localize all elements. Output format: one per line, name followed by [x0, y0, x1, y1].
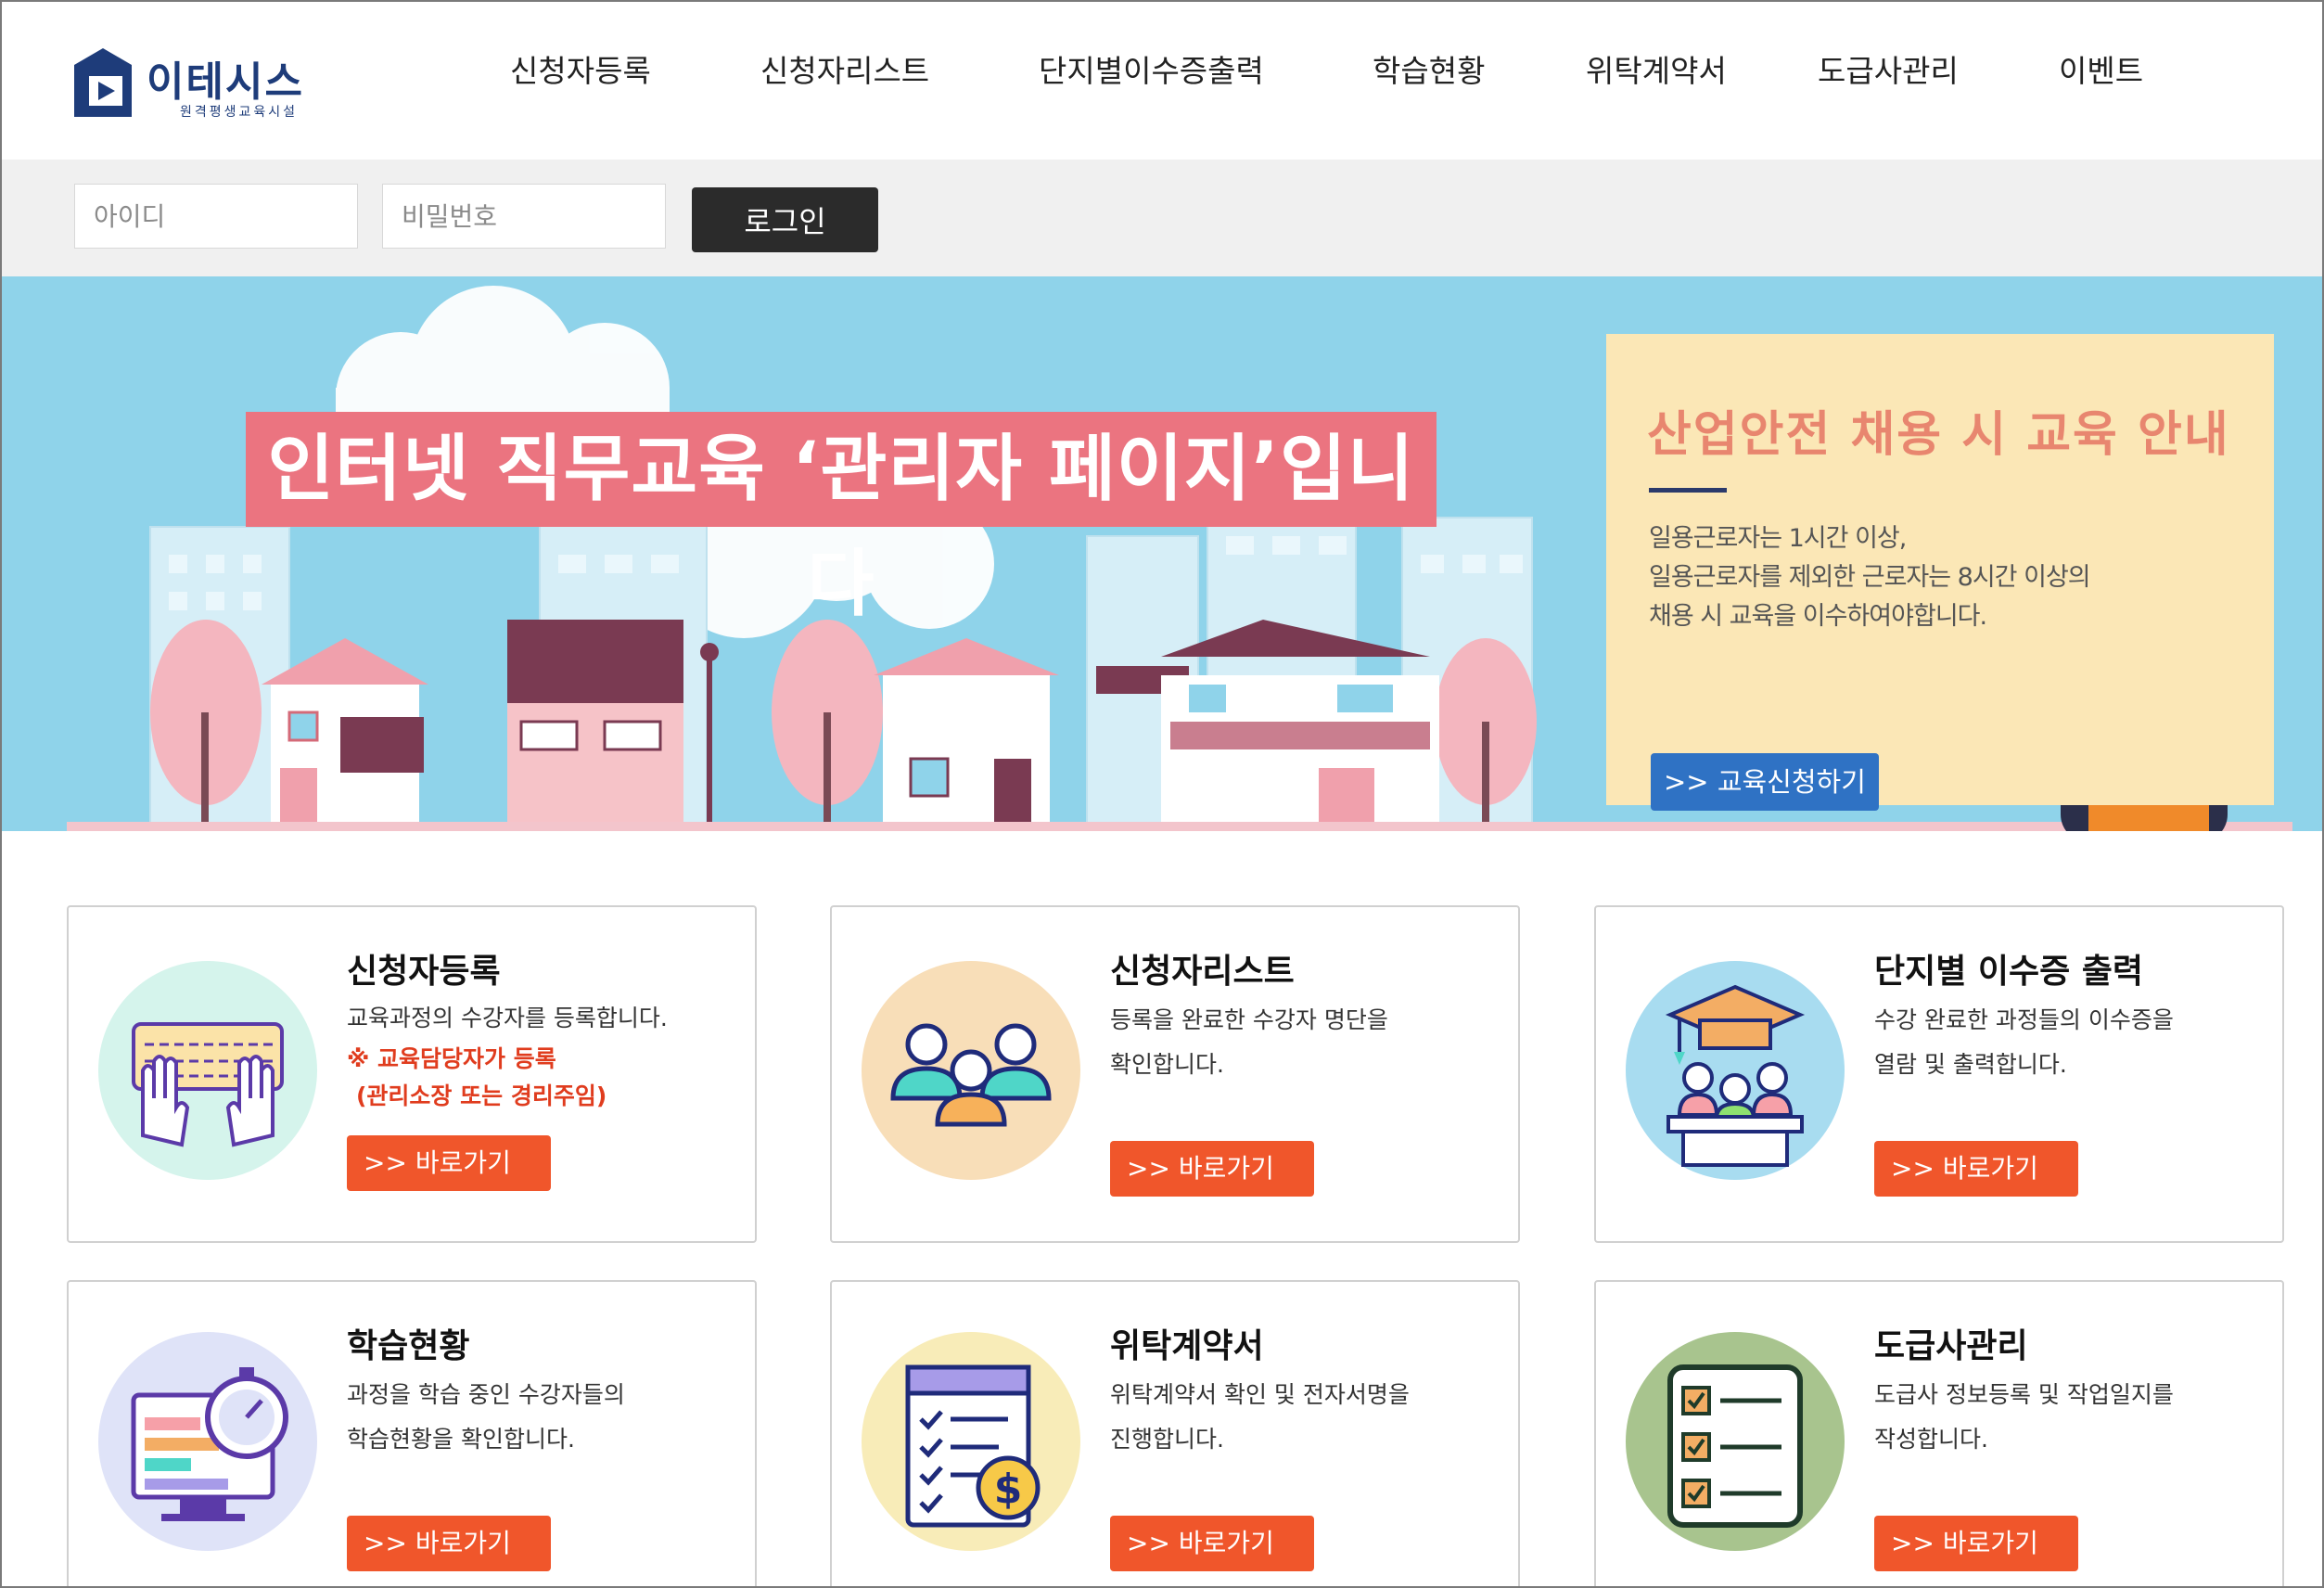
banner-title: 인터넷 직무교육 ‘관리자 페이지’입니다 — [246, 412, 1437, 626]
notice-line-1: 일용근로자는 1시간 이상, — [1649, 524, 1907, 553]
card-go-button[interactable]: >> 바로가기 — [347, 1135, 551, 1191]
card-desc-line: 학습현황을 확인합니다. — [347, 1426, 575, 1453]
nav-item-applicant-list[interactable]: 신청자리스트 — [760, 46, 929, 91]
notice-line-2: 일용근로자를 제외한 근로자는 8시간 이상의 — [1649, 563, 2091, 592]
site-header: 이테시스 원격평생교육시설 신청자등록 신청자리스트 단지별이수증출력 학습현황… — [2, 2, 2322, 160]
apply-education-button[interactable]: >> 교육신청하기 — [1651, 753, 1879, 811]
nav-item-applicant-register[interactable]: 신청자등록 — [510, 46, 651, 91]
logo-name: 이테시스 — [147, 58, 304, 106]
nav-item-certificate-print[interactable]: 단지별이수증출력 — [1039, 46, 1264, 91]
nav-item-event[interactable]: 이벤트 — [2059, 46, 2143, 91]
notice-panel: 산업안전 채용 시 교육 안내 일용근로자는 1시간 이상, 일용근로자를 제외… — [1606, 334, 2274, 811]
graduation-class-icon — [1626, 961, 1845, 1180]
card-description: 등록을 완료한 수강자 명단을 확인합니다. — [1110, 998, 1500, 1087]
login-button[interactable]: 로그인 — [692, 187, 878, 252]
card-title: 도급사관리 — [1874, 1327, 2028, 1365]
card-desc-line: 교육과정의 수강자를 등록합니다. — [347, 1005, 668, 1031]
card-description: 교육과정의 수강자를 등록합니다. ※ 교육담당자가 등록 (관리소장 또는 경… — [347, 996, 736, 1115]
card-desc-line: 등록을 완료한 수강자 명단을 — [1110, 1006, 1388, 1033]
card-certificate-print: 단지별 이수증 출력 수강 완료한 과정들의 이수증을 열람 및 출력합니다. … — [1594, 905, 2284, 1243]
contract-checklist-icon: $ — [862, 1332, 1080, 1551]
card-description: 위탁계약서 확인 및 전자서명을 진행합니다. — [1110, 1373, 1500, 1462]
logo-subtitle: 원격평생교육시설 — [180, 105, 299, 120]
card-go-button[interactable]: >> 바로가기 — [347, 1516, 551, 1571]
card-title: 신청자등록 — [347, 953, 501, 991]
card-applicant-list: 신청자리스트 등록을 완료한 수강자 명단을 확인합니다. >> 바로가기 — [830, 905, 1520, 1243]
site-logo[interactable]: 이테시스 원격평생교육시설 — [70, 46, 321, 126]
card-desc-line: 열람 및 출력합니다. — [1874, 1051, 2067, 1078]
login-bar: 로그인 — [2, 160, 2322, 276]
card-description: 수강 완료한 과정들의 이수증을 열람 및 출력합니다. — [1874, 998, 2264, 1087]
card-desc-line: 확인합니다. — [1110, 1051, 1224, 1078]
card-applicant-register: 신청자등록 교육과정의 수강자를 등록합니다. ※ 교육담당자가 등록 (관리소… — [67, 905, 757, 1243]
card-desc-line: 위탁계약서 확인 및 전자서명을 — [1110, 1381, 1410, 1408]
notice-divider — [1649, 488, 1727, 493]
card-contract: $ 위탁계약서 위탁계약서 확인 및 전자서명을 진행합니다. >> 바로가기 — [830, 1280, 1520, 1586]
card-title: 신청자리스트 — [1110, 953, 1295, 991]
card-warning-line: ※ 교육담당자가 등록 — [347, 1045, 556, 1072]
card-desc-line: 과정을 학습 중인 수강자들의 — [347, 1381, 625, 1408]
nav-item-subcontractor[interactable]: 도급사관리 — [1818, 46, 1959, 91]
page: 이테시스 원격평생교육시설 신청자등록 신청자리스트 단지별이수증출력 학습현황… — [0, 0, 2324, 1588]
card-desc-line: 도급사 정보등록 및 작업일지를 — [1874, 1381, 2174, 1408]
hero-banner: 인터넷 직무교육 ‘관리자 페이지’입니다 산업안전 채용 시 교육 안내 일용… — [2, 276, 2322, 831]
login-password-input[interactable] — [382, 184, 666, 249]
card-title: 단지별 이수증 출력 — [1874, 953, 2144, 991]
card-description: 과정을 학습 중인 수강자들의 학습현황을 확인합니다. — [347, 1373, 736, 1462]
card-subcontractor: 도급사관리 도급사 정보등록 및 작업일지를 작성합니다. >> 바로가기 — [1594, 1280, 2284, 1586]
nav-item-contract[interactable]: 위탁계약서 — [1586, 46, 1727, 91]
card-desc-line: 수강 완료한 과정들의 이수증을 — [1874, 1006, 2174, 1033]
card-go-button[interactable]: >> 바로가기 — [1874, 1516, 2078, 1571]
logo-mark-icon — [74, 48, 132, 117]
stopwatch-monitor-icon — [98, 1332, 317, 1551]
card-go-button[interactable]: >> 바로가기 — [1110, 1141, 1314, 1197]
nav-item-learning-status[interactable]: 학습현황 — [1373, 46, 1485, 91]
checklist-board-icon — [1626, 1332, 1845, 1551]
card-desc-line: 진행합니다. — [1110, 1426, 1224, 1453]
svg-text:$: $ — [994, 1466, 1023, 1513]
keyboard-hands-icon — [98, 961, 317, 1180]
card-description: 도급사 정보등록 및 작업일지를 작성합니다. — [1874, 1373, 2264, 1462]
card-warning-sub: (관리소장 또는 경리주임) — [356, 1082, 607, 1109]
people-group-icon — [862, 961, 1080, 1180]
card-go-button[interactable]: >> 바로가기 — [1874, 1141, 2078, 1197]
notice-title: 산업안전 채용 시 교육 안내 — [1647, 407, 2230, 463]
card-learning-status: 학습현황 과정을 학습 중인 수강자들의 학습현황을 확인합니다. >> 바로가… — [67, 1280, 757, 1586]
login-id-input[interactable] — [74, 184, 358, 249]
notice-line-3: 채용 시 교육을 이수하여야합니다. — [1649, 602, 1987, 631]
card-title: 위탁계약서 — [1110, 1327, 1264, 1365]
card-title: 학습현황 — [347, 1327, 470, 1365]
card-desc-line: 작성합니다. — [1874, 1426, 1988, 1453]
card-go-button[interactable]: >> 바로가기 — [1110, 1516, 1314, 1571]
